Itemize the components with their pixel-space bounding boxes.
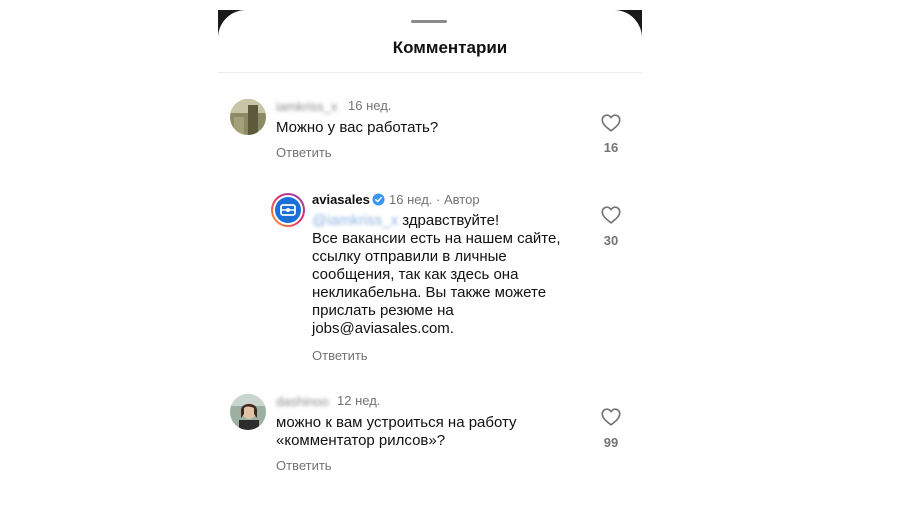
avatar[interactable] (230, 394, 266, 430)
meta-separator: · (436, 192, 441, 207)
username-text: aviasales (312, 192, 370, 207)
avatar[interactable] (230, 99, 266, 135)
comment-text: @iamkriss_x здравствуйте! Все вакансии е… (312, 212, 582, 338)
mention-link[interactable]: @iamkriss_x (312, 212, 398, 229)
like-count: 16 (603, 140, 619, 155)
page-title: Комментарии (392, 38, 508, 57)
heart-icon[interactable] (600, 204, 622, 226)
comment-text: можно к вам устроиться на работу «коммен… (276, 414, 576, 450)
comment-line: ссылку отправили в личные (312, 248, 507, 265)
comment-line: Все вакансии есть на нашем сайте, (312, 230, 561, 247)
comment-line: «комментатор рилсов»? (276, 432, 446, 449)
author-badge: Автор (444, 192, 480, 207)
greeting-text: здравствуйте! (398, 212, 500, 229)
comment-line: можно к вам устроиться на работу (276, 414, 517, 431)
sheet-corner-left (218, 10, 246, 38)
verified-badge-icon (372, 193, 385, 206)
comment-line: прислать резюме на (312, 302, 454, 319)
like-count: 99 (603, 435, 619, 450)
comment-time: 16 нед. (348, 98, 392, 113)
header-divider (218, 72, 642, 73)
comment-text: Можно у вас работать? (276, 119, 439, 136)
comment-line: jobs@aviasales.com. (312, 320, 454, 337)
comment-username[interactable]: aviasales (312, 192, 385, 207)
reply-button[interactable]: Ответить (276, 145, 332, 160)
comment-line: @iamkriss_x здравствуйте! (312, 212, 582, 230)
comment-line: сообщения, так как здесь она (312, 266, 519, 283)
comment-time: 12 нед. (337, 393, 381, 408)
comment-time: 16 нед. (389, 192, 433, 207)
comment-line: некликабельна. Вы также можете (312, 284, 547, 301)
comment-meta: 16 нед. · Автор (389, 192, 480, 207)
heart-icon[interactable] (600, 406, 622, 428)
like-count: 30 (603, 233, 619, 248)
reply-button[interactable]: Ответить (276, 458, 332, 473)
comment-username[interactable]: dashinoo (276, 394, 329, 409)
avatar[interactable] (270, 192, 306, 228)
sheet-grabber[interactable] (411, 20, 447, 23)
sheet-corner-right (614, 10, 642, 38)
heart-icon[interactable] (600, 112, 622, 134)
comment-username[interactable]: iamkriss_x (276, 99, 337, 114)
reply-button[interactable]: Ответить (312, 348, 368, 363)
